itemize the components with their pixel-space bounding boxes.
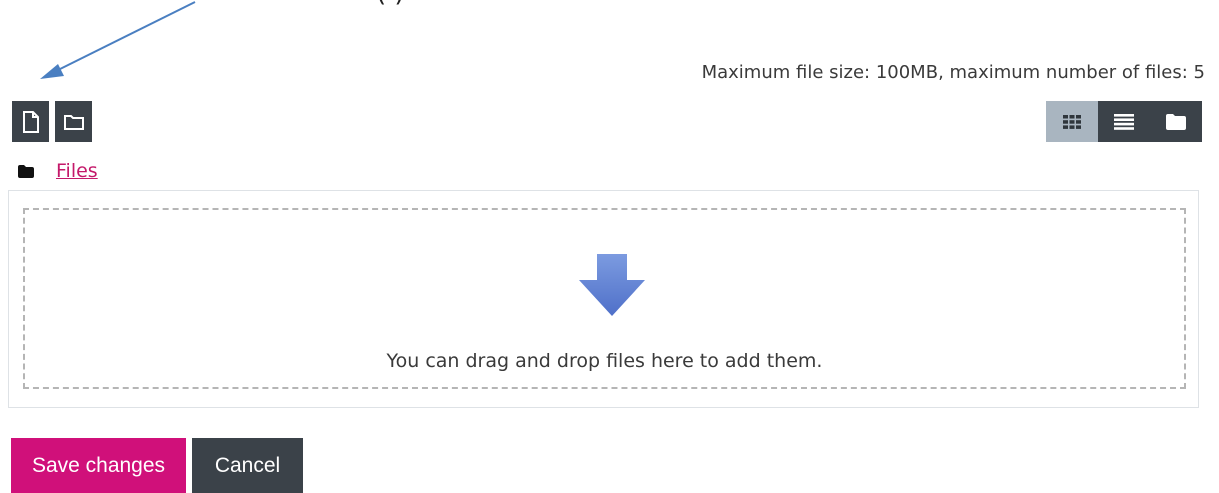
breadcrumb: Files: [18, 160, 98, 182]
cropped-heading-text: ( ): [376, 0, 405, 8]
cancel-button[interactable]: Cancel: [192, 438, 303, 493]
folder-icon: [18, 164, 34, 178]
drop-zone-message: You can drag and drop files here to add …: [386, 350, 823, 372]
view-toggle-group: [1046, 101, 1202, 142]
grid-icon: [1063, 114, 1081, 129]
breadcrumb-files-link[interactable]: Files: [56, 160, 98, 182]
file-limits-text: Maximum file size: 100MB, maximum number…: [701, 62, 1205, 83]
file-area: You can drag and drop files here to add …: [8, 190, 1199, 408]
annotation-arrow-icon: [40, 1, 196, 79]
save-changes-button[interactable]: Save changes: [11, 438, 186, 493]
add-file-button[interactable]: [12, 101, 49, 142]
view-tree-button[interactable]: [1150, 101, 1202, 142]
folder-icon: [1166, 113, 1186, 130]
filemanager-toolbar: [12, 101, 92, 142]
create-folder-button[interactable]: [55, 101, 92, 142]
file-picker-page: ( ) Maximum file size: 100MB, maximum nu…: [0, 0, 1219, 493]
file-icon: [22, 110, 39, 133]
form-actions: Save changes Cancel: [11, 438, 303, 493]
view-icons-button[interactable]: [1046, 101, 1098, 142]
view-list-button[interactable]: [1098, 101, 1150, 142]
folder-icon: [63, 114, 84, 130]
list-icon: [1114, 113, 1134, 130]
arrow-down-icon: [579, 254, 645, 316]
drop-zone[interactable]: You can drag and drop files here to add …: [23, 208, 1186, 389]
